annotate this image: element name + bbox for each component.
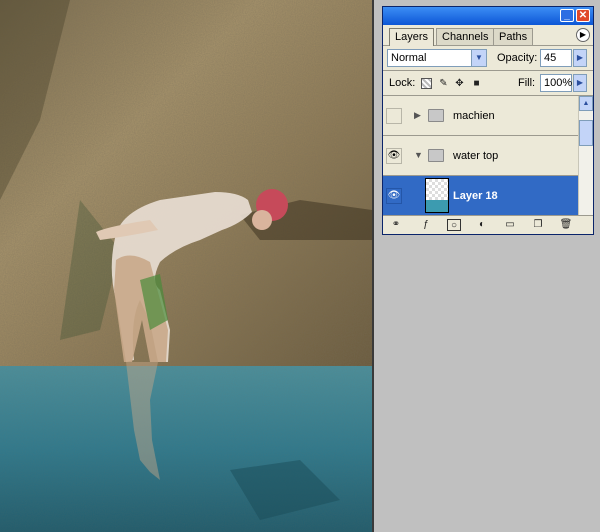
layer-row-layer-18[interactable]: 👁 Layer 18 [383,176,579,216]
scroll-thumb[interactable] [579,120,593,146]
trash-icon[interactable]: 🗑 [559,219,573,231]
opacity-label: Opacity: [497,52,538,64]
folder-icon [428,109,444,122]
expand-triangle-icon[interactable]: ▶ [414,110,421,121]
layer-name: water top [453,150,499,162]
canvas-edge [372,0,374,532]
blend-mode-select[interactable]: Normal ▼ [387,49,487,67]
fill-input[interactable]: 100% [540,74,572,92]
new-layer-icon[interactable]: ❐ [531,219,545,231]
opacity-arrow-icon[interactable]: ▶ [573,49,587,67]
lock-row: Lock: ✎ ✥ ■ Fill: 100% ▶ [383,71,593,95]
tab-layers[interactable]: Layers [389,28,435,46]
eye-icon[interactable]: 👁 [386,188,402,204]
layer-row-machien[interactable]: ▶ machien [383,96,579,136]
palette-menu-icon[interactable]: ▶ [576,28,590,42]
add-mask-icon[interactable]: ○ [447,219,461,231]
tab-channels[interactable]: Channels [436,28,495,45]
minimize-icon[interactable]: _ [560,9,574,22]
layer-thumbnail [425,178,449,213]
adjustment-layer-icon[interactable]: ◐ [475,219,489,231]
layer-style-icon[interactable]: ƒ [419,219,433,231]
palette-footer: ⚭ ƒ ○ ◐ ▭ ❐ 🗑 [383,215,593,234]
opacity-input[interactable]: 45 [540,49,572,67]
tab-paths[interactable]: Paths [493,28,534,45]
layers-palette: _ ✕ Layers Channels Paths ▶ Normal ▼ Opa… [382,6,594,235]
chevron-down-icon[interactable]: ▼ [471,50,486,66]
layer-name: machien [453,110,495,122]
layer-name: Layer 18 [453,190,498,202]
layer-row-water-top[interactable]: 👁 ▼ water top [383,136,579,176]
lock-pixels-icon[interactable]: ✎ [438,78,449,89]
new-group-icon[interactable]: ▭ [503,219,517,231]
layers-list: ▶ machien 👁 ▼ water top 👁 Layer 18 ▲ ▼ [383,95,593,234]
document-canvas[interactable] [0,0,372,532]
artwork [0,0,372,532]
lock-position-icon[interactable]: ✥ [454,78,465,89]
layers-scrollbar[interactable]: ▲ ▼ [578,96,593,234]
fill-arrow-icon[interactable]: ▶ [573,74,587,92]
close-icon[interactable]: ✕ [576,9,590,22]
fill-label: Fill: [518,77,536,89]
palette-tabs: Layers Channels Paths ▶ [383,25,593,46]
blend-row: Normal ▼ Opacity: 45 ▶ [383,46,593,70]
visibility-toggle-hidden[interactable] [386,108,402,124]
link-layers-icon[interactable]: ⚭ [389,219,403,231]
lock-label: Lock: [389,77,416,89]
blend-mode-value: Normal [391,52,427,64]
eye-icon[interactable]: 👁 [386,148,402,164]
scroll-up-icon[interactable]: ▲ [579,96,593,111]
collapse-triangle-icon[interactable]: ▼ [414,150,423,160]
palette-title-bar[interactable]: _ ✕ [383,7,593,25]
lock-all-icon[interactable]: ■ [471,78,482,89]
lock-transparency-icon[interactable] [421,78,432,89]
folder-icon [428,149,444,162]
